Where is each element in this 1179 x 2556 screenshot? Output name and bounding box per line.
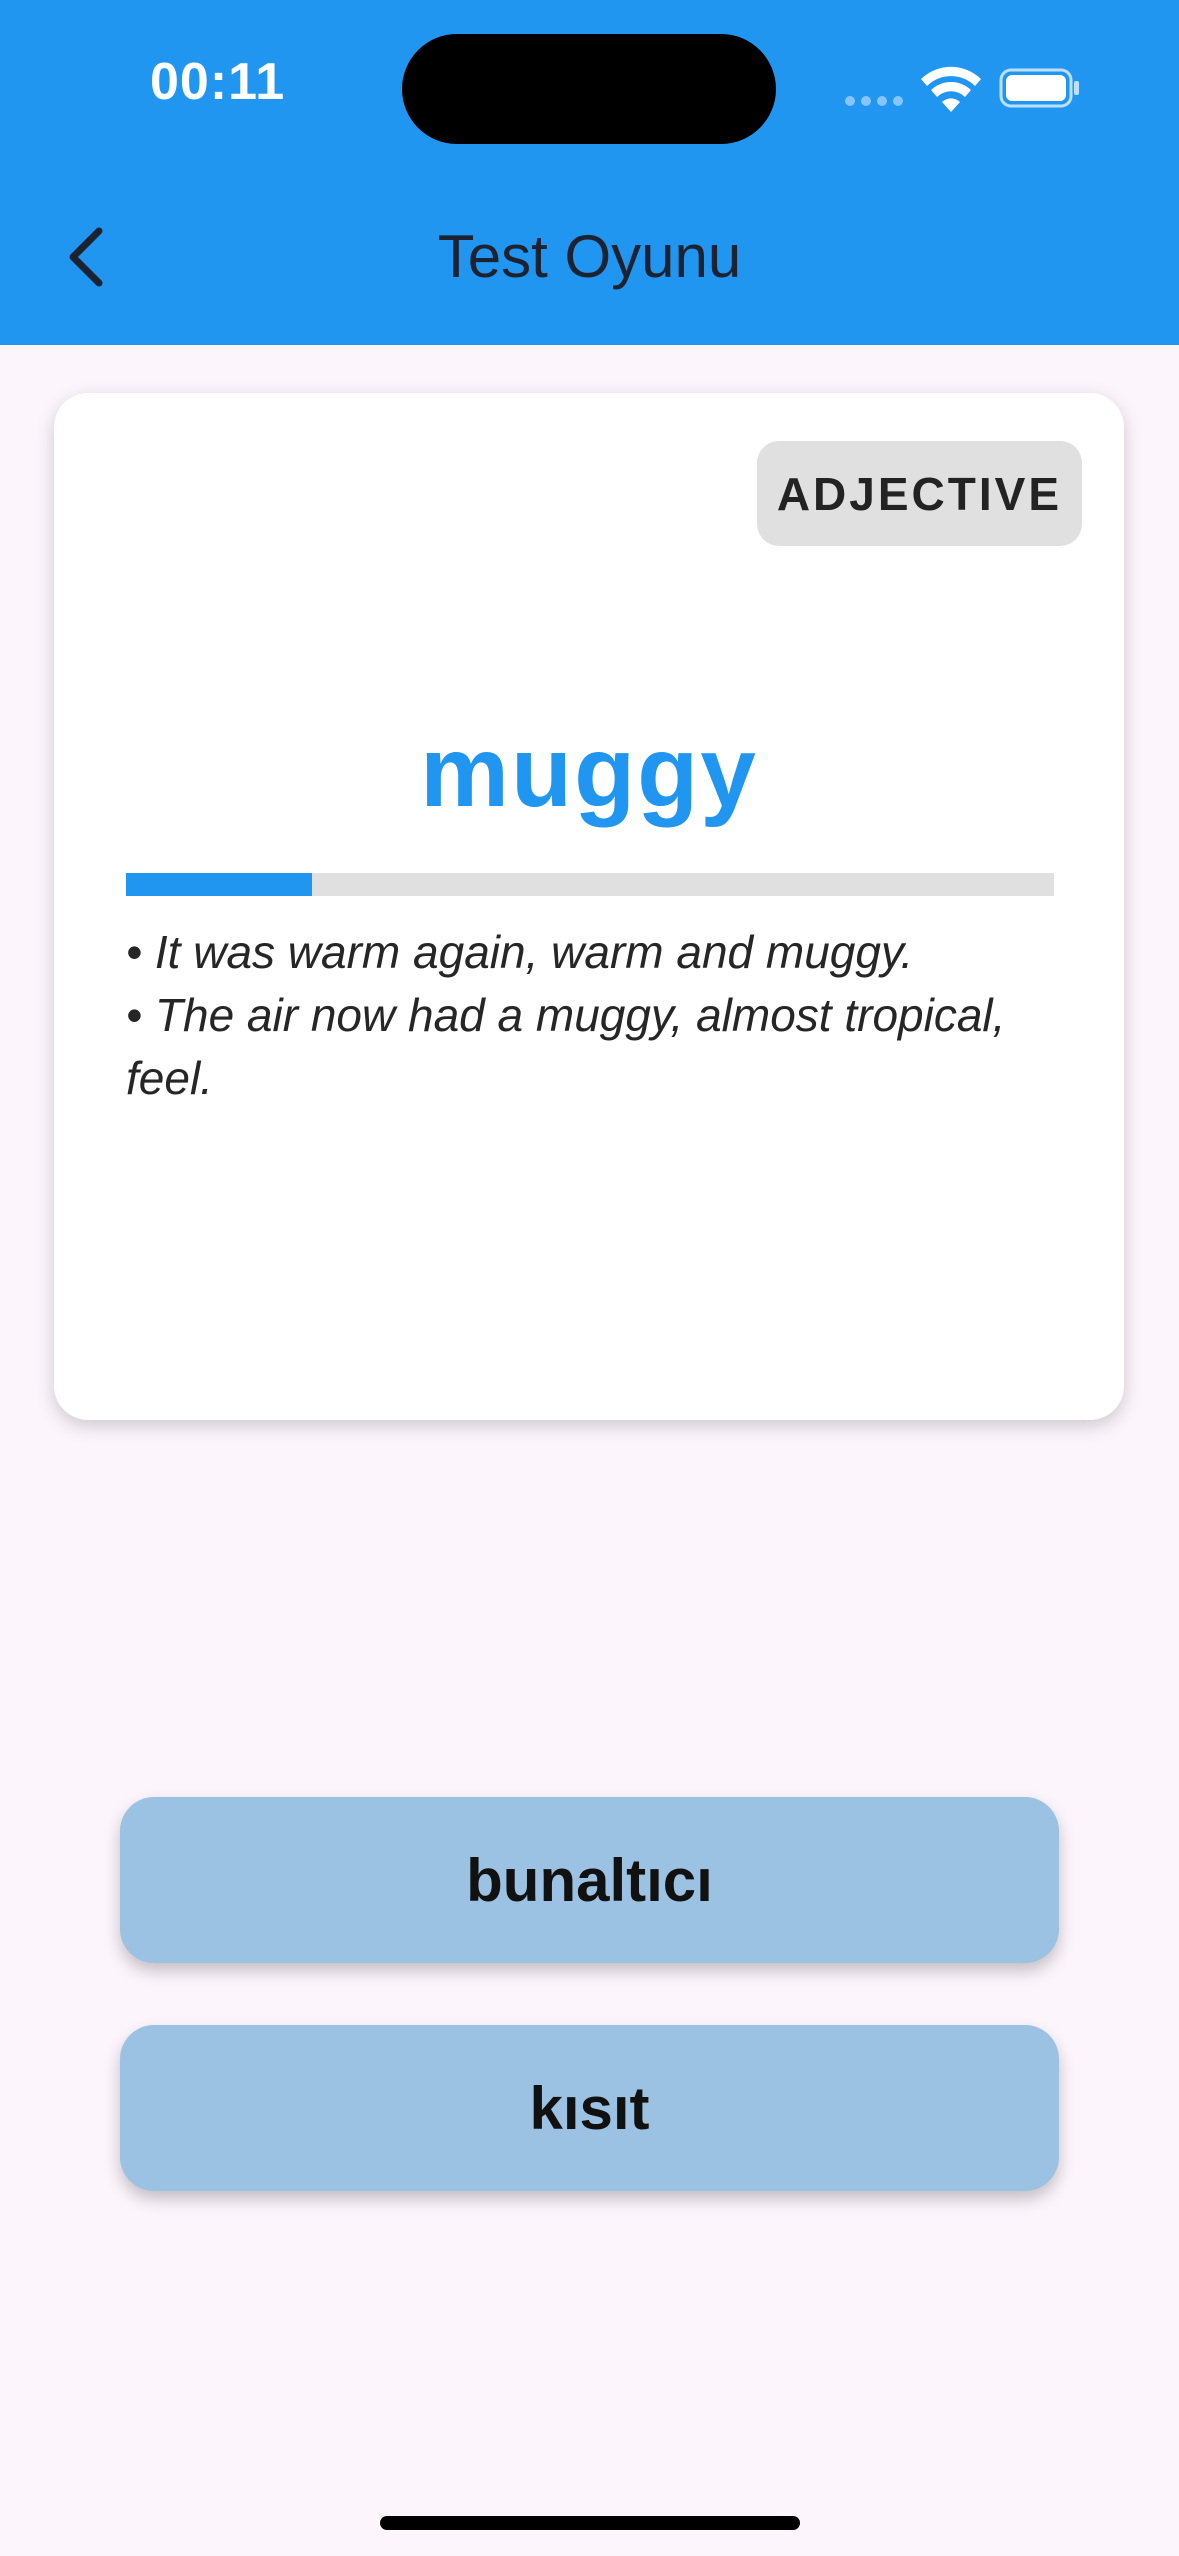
target-word: muggy <box>420 716 758 828</box>
page-title: Test Oyunu <box>437 223 742 290</box>
flashcard: ADJECTIVE muggy • It was warm again, war… <box>54 393 1124 1420</box>
home-indicator <box>380 2516 800 2530</box>
part-of-speech-badge: ADJECTIVE <box>756 441 1082 546</box>
app-bar: 00:11 Test Oyunu <box>0 0 1179 345</box>
progress-bar-fill <box>126 873 312 896</box>
example-sentence: • The air now had a muggy, almost tropic… <box>126 989 1006 1104</box>
example-sentence: • It was warm again, warm and muggy. <box>126 926 914 978</box>
status-time: 00:11 <box>150 53 286 111</box>
wifi-icon <box>921 66 981 112</box>
progress-bar <box>126 873 1054 896</box>
example-sentences: • It was warm again, warm and muggy. • T… <box>126 921 1066 1110</box>
cellular-signal-icon <box>845 96 903 106</box>
dynamic-island <box>402 34 776 144</box>
battery-icon <box>999 68 1079 108</box>
answer-option-button[interactable]: bunaltıcı <box>120 1797 1059 1963</box>
answer-option-button[interactable]: kısıt <box>120 2025 1059 2191</box>
